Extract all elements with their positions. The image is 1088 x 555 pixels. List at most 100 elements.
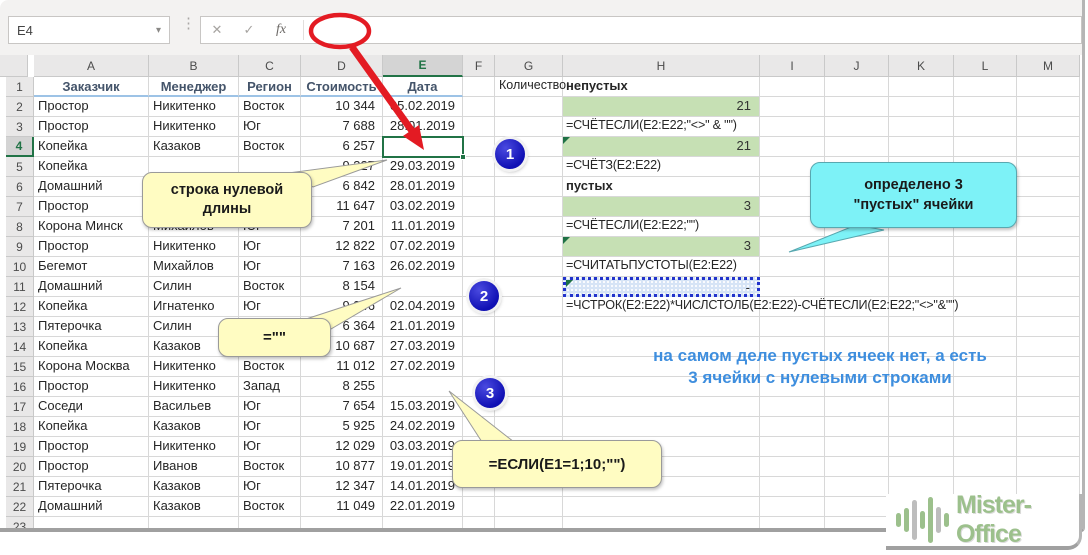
cell-A11[interactable]: Домашний xyxy=(34,277,149,297)
cell-E17[interactable]: 15.03.2019 xyxy=(383,397,463,417)
cell-J19[interactable] xyxy=(825,437,889,457)
cell-E16[interactable] xyxy=(383,377,463,397)
row-header-14[interactable]: 14 xyxy=(6,337,34,357)
cell-B3[interactable]: Никитенко xyxy=(149,117,239,137)
cell-J4[interactable] xyxy=(825,137,889,157)
cell-H11[interactable]: - xyxy=(563,277,760,297)
cell-C12[interactable]: Юг xyxy=(239,297,301,317)
cell-J11[interactable] xyxy=(825,277,889,297)
cell-L17[interactable] xyxy=(954,397,1017,417)
cell-E15[interactable]: 27.02.2019 xyxy=(383,357,463,377)
cell-B20[interactable]: Иванов xyxy=(149,457,239,477)
cell-A16[interactable]: Простор xyxy=(34,377,149,397)
col-header-H[interactable]: H xyxy=(563,55,760,77)
cell-E12[interactable]: 02.04.2019 xyxy=(383,297,463,317)
name-box[interactable]: E4 ▾ xyxy=(8,16,170,44)
cell-D21[interactable]: 12 347 xyxy=(301,477,383,497)
col-header-M[interactable]: M xyxy=(1017,55,1080,77)
cell-D2[interactable]: 10 344 xyxy=(301,97,383,117)
cell-E6[interactable]: 28.01.2019 xyxy=(383,177,463,197)
cell-M16[interactable] xyxy=(1017,377,1080,397)
cell-M18[interactable] xyxy=(1017,417,1080,437)
cell-A18[interactable]: Копейка xyxy=(34,417,149,437)
cell-M6[interactable] xyxy=(1017,177,1080,197)
cell-K13[interactable] xyxy=(889,317,954,337)
cell-C19[interactable]: Юг xyxy=(239,437,301,457)
cell-F6[interactable] xyxy=(463,177,495,197)
cell-A6[interactable]: Домашний xyxy=(34,177,149,197)
cell-H12[interactable]: =ЧСТРОК(E2:E22)*ЧИСЛСТОЛБ(E2:E22)-СЧЁТЕС… xyxy=(563,297,760,317)
cell-A10[interactable]: Бегемот xyxy=(34,257,149,277)
cell-B22[interactable]: Казаков xyxy=(149,497,239,517)
cell-A3[interactable]: Простор xyxy=(34,117,149,137)
cell-G10[interactable] xyxy=(495,257,563,277)
cell-M3[interactable] xyxy=(1017,117,1080,137)
cell-B1[interactable]: Менеджер xyxy=(149,77,239,97)
cell-J17[interactable] xyxy=(825,397,889,417)
cell-F18[interactable] xyxy=(463,417,495,437)
cell-A15[interactable]: Корона Москва xyxy=(34,357,149,377)
cell-C18[interactable]: Юг xyxy=(239,417,301,437)
cell-B23[interactable] xyxy=(149,517,239,528)
insert-function-icon[interactable]: fx xyxy=(265,22,297,38)
cell-F8[interactable] xyxy=(463,217,495,237)
cell-A2[interactable]: Простор xyxy=(34,97,149,117)
cell-M2[interactable] xyxy=(1017,97,1080,117)
cell-E20[interactable]: 19.01.2019 xyxy=(383,457,463,477)
cell-L2[interactable] xyxy=(954,97,1017,117)
cell-J23[interactable] xyxy=(825,517,889,528)
cell-M8[interactable] xyxy=(1017,217,1080,237)
cell-B10[interactable]: Михайлов xyxy=(149,257,239,277)
cell-L12[interactable] xyxy=(954,297,1017,317)
cell-G2[interactable] xyxy=(495,97,563,117)
cell-L4[interactable] xyxy=(954,137,1017,157)
cell-B4[interactable]: Казаков xyxy=(149,137,239,157)
cell-E19[interactable]: 03.03.2019 xyxy=(383,437,463,457)
col-header-I[interactable]: I xyxy=(760,55,825,77)
col-header-F[interactable]: F xyxy=(463,55,495,77)
cell-C21[interactable]: Юг xyxy=(239,477,301,497)
cell-H23[interactable] xyxy=(563,517,760,528)
row-header-12[interactable]: 12 xyxy=(6,297,34,317)
cell-G1[interactable]: Количество: xyxy=(495,77,563,97)
cell-L9[interactable] xyxy=(954,237,1017,257)
row-header-2[interactable]: 2 xyxy=(6,97,34,117)
cell-A9[interactable]: Простор xyxy=(34,237,149,257)
cell-D5[interactable]: 9 327 xyxy=(301,157,383,177)
cell-B11[interactable]: Силин xyxy=(149,277,239,297)
formula-bar[interactable]: ✕ ✓ fx xyxy=(200,16,1082,44)
row-header-4[interactable]: 4 xyxy=(6,137,34,157)
cell-J2[interactable] xyxy=(825,97,889,117)
row-header-20[interactable]: 20 xyxy=(6,457,34,477)
cell-E1[interactable]: Дата xyxy=(383,77,463,97)
cell-A21[interactable]: Пятерочка xyxy=(34,477,149,497)
row-header-7[interactable]: 7 xyxy=(6,197,34,217)
row-header-9[interactable]: 9 xyxy=(6,237,34,257)
cell-E3[interactable]: 28.01.2019 xyxy=(383,117,463,137)
row-header-10[interactable]: 10 xyxy=(6,257,34,277)
cell-M17[interactable] xyxy=(1017,397,1080,417)
cell-F1[interactable] xyxy=(463,77,495,97)
cell-M10[interactable] xyxy=(1017,257,1080,277)
cell-A13[interactable]: Пятерочка xyxy=(34,317,149,337)
cell-F15[interactable] xyxy=(463,357,495,377)
cell-M13[interactable] xyxy=(1017,317,1080,337)
cell-J20[interactable] xyxy=(825,457,889,477)
cell-D16[interactable]: 8 255 xyxy=(301,377,383,397)
cell-C17[interactable]: Юг xyxy=(239,397,301,417)
cell-E2[interactable]: 05.02.2019 xyxy=(383,97,463,117)
cell-G14[interactable] xyxy=(495,337,563,357)
cell-H17[interactable] xyxy=(563,397,760,417)
cell-F13[interactable] xyxy=(463,317,495,337)
cell-F14[interactable] xyxy=(463,337,495,357)
cell-M11[interactable] xyxy=(1017,277,1080,297)
cell-C1[interactable]: Регион xyxy=(239,77,301,97)
cell-A1[interactable]: Заказчик xyxy=(34,77,149,97)
row-header-6[interactable]: 6 xyxy=(6,177,34,197)
cell-K3[interactable] xyxy=(889,117,954,137)
row-header-8[interactable]: 8 xyxy=(6,217,34,237)
cell-D12[interactable]: 9 346 xyxy=(301,297,383,317)
cell-G18[interactable] xyxy=(495,417,563,437)
cell-H3[interactable]: =СЧЁТЕСЛИ(E2:E22;"<>" & "") xyxy=(563,117,760,137)
cell-G17[interactable] xyxy=(495,397,563,417)
